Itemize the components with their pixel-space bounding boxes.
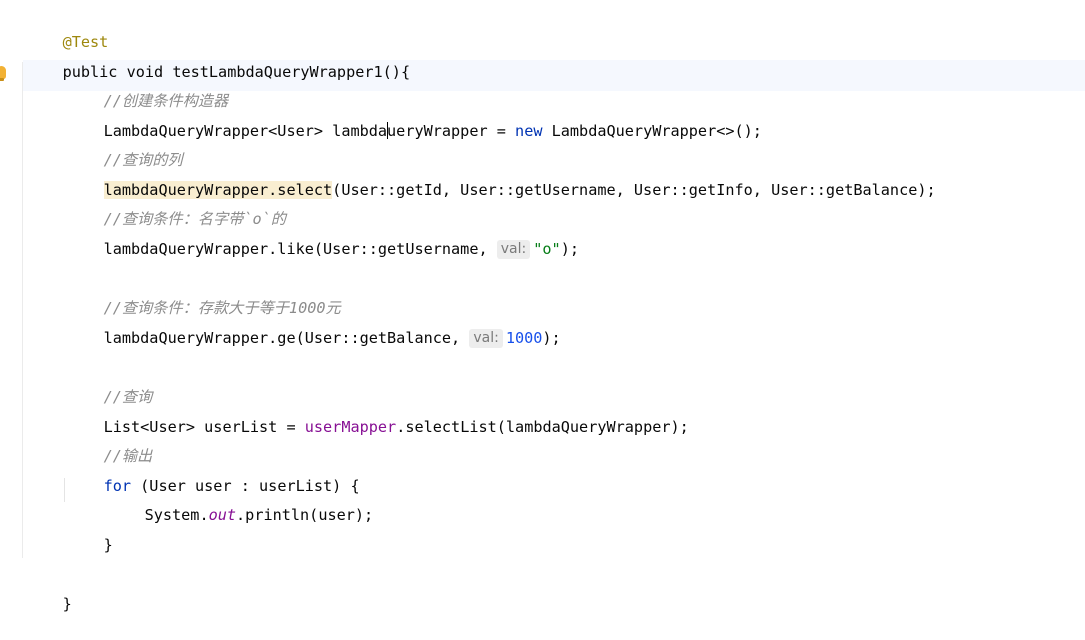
parameter-hint: val: <box>496 240 531 259</box>
code-line-println: System.out.println(user); <box>108 479 374 524</box>
code-line-comment-2: //查询的列 <box>67 124 183 169</box>
code-line-close-method: } <box>26 568 72 613</box>
code-line-declare: LambdaQueryWrapper<User> lambdaueryWrapp… <box>67 95 762 140</box>
code-text: System. <box>144 506 209 524</box>
code-text: .println(user); <box>236 506 374 524</box>
code-text: (User::getId, User::getUsername, User::g… <box>332 181 936 199</box>
signature-tail: (){ <box>382 63 411 81</box>
number-literal: 1000 <box>505 329 543 347</box>
code-line-select-list: List<User> userList = userMapper.selectL… <box>67 391 689 436</box>
code-text: LambdaQueryWrapper<>(); <box>542 122 762 140</box>
code-text: lambdaQueryWrapper.like(User::getUsernam… <box>103 240 497 258</box>
code-text: ); <box>542 329 561 347</box>
code-line-signature: public void testLambdaQueryWrapper1(){ <box>26 36 411 81</box>
code-text: .selectList(lambdaQueryWrapper); <box>396 418 689 436</box>
intention-bulb-icon[interactable] <box>0 66 6 81</box>
code-line-comment-1: //创建条件构造器 <box>67 65 229 110</box>
static-field: out <box>208 506 237 524</box>
code-line-comment-3: //查询条件：名字带`o`的 <box>67 183 286 228</box>
string-literal: "o" <box>533 240 561 258</box>
code-line-comment-4: //查询条件：存款大于等于1000元 <box>67 272 341 317</box>
code-line-for: for (User user : userList) { <box>67 450 360 495</box>
code-line-comment-5: //查询 <box>67 361 153 406</box>
code-text: ); <box>560 240 579 258</box>
code-line-comment-6: //输出 <box>67 420 153 465</box>
indent-guide <box>64 478 65 502</box>
code-text: lambdaQueryWrapper.ge(User::getBalance, <box>103 329 470 347</box>
code-text: ueryWrapper = <box>387 122 516 140</box>
code-line-close-loop: } <box>67 509 113 554</box>
code-line-ge: lambdaQueryWrapper.ge(User::getBalance, … <box>67 302 561 348</box>
code-line-select: lambdaQueryWrapper.select(User::getId, U… <box>67 154 936 199</box>
code-line-like: lambdaQueryWrapper.like(User::getUsernam… <box>67 213 579 259</box>
keyword-new: new <box>515 122 543 140</box>
code-line-annotation: @Test <box>26 6 109 51</box>
parameter-hint: val: <box>469 329 503 348</box>
closing-brace: } <box>103 536 113 554</box>
gutter-separator <box>22 62 23 558</box>
field-reference[interactable]: userMapper <box>305 418 396 436</box>
